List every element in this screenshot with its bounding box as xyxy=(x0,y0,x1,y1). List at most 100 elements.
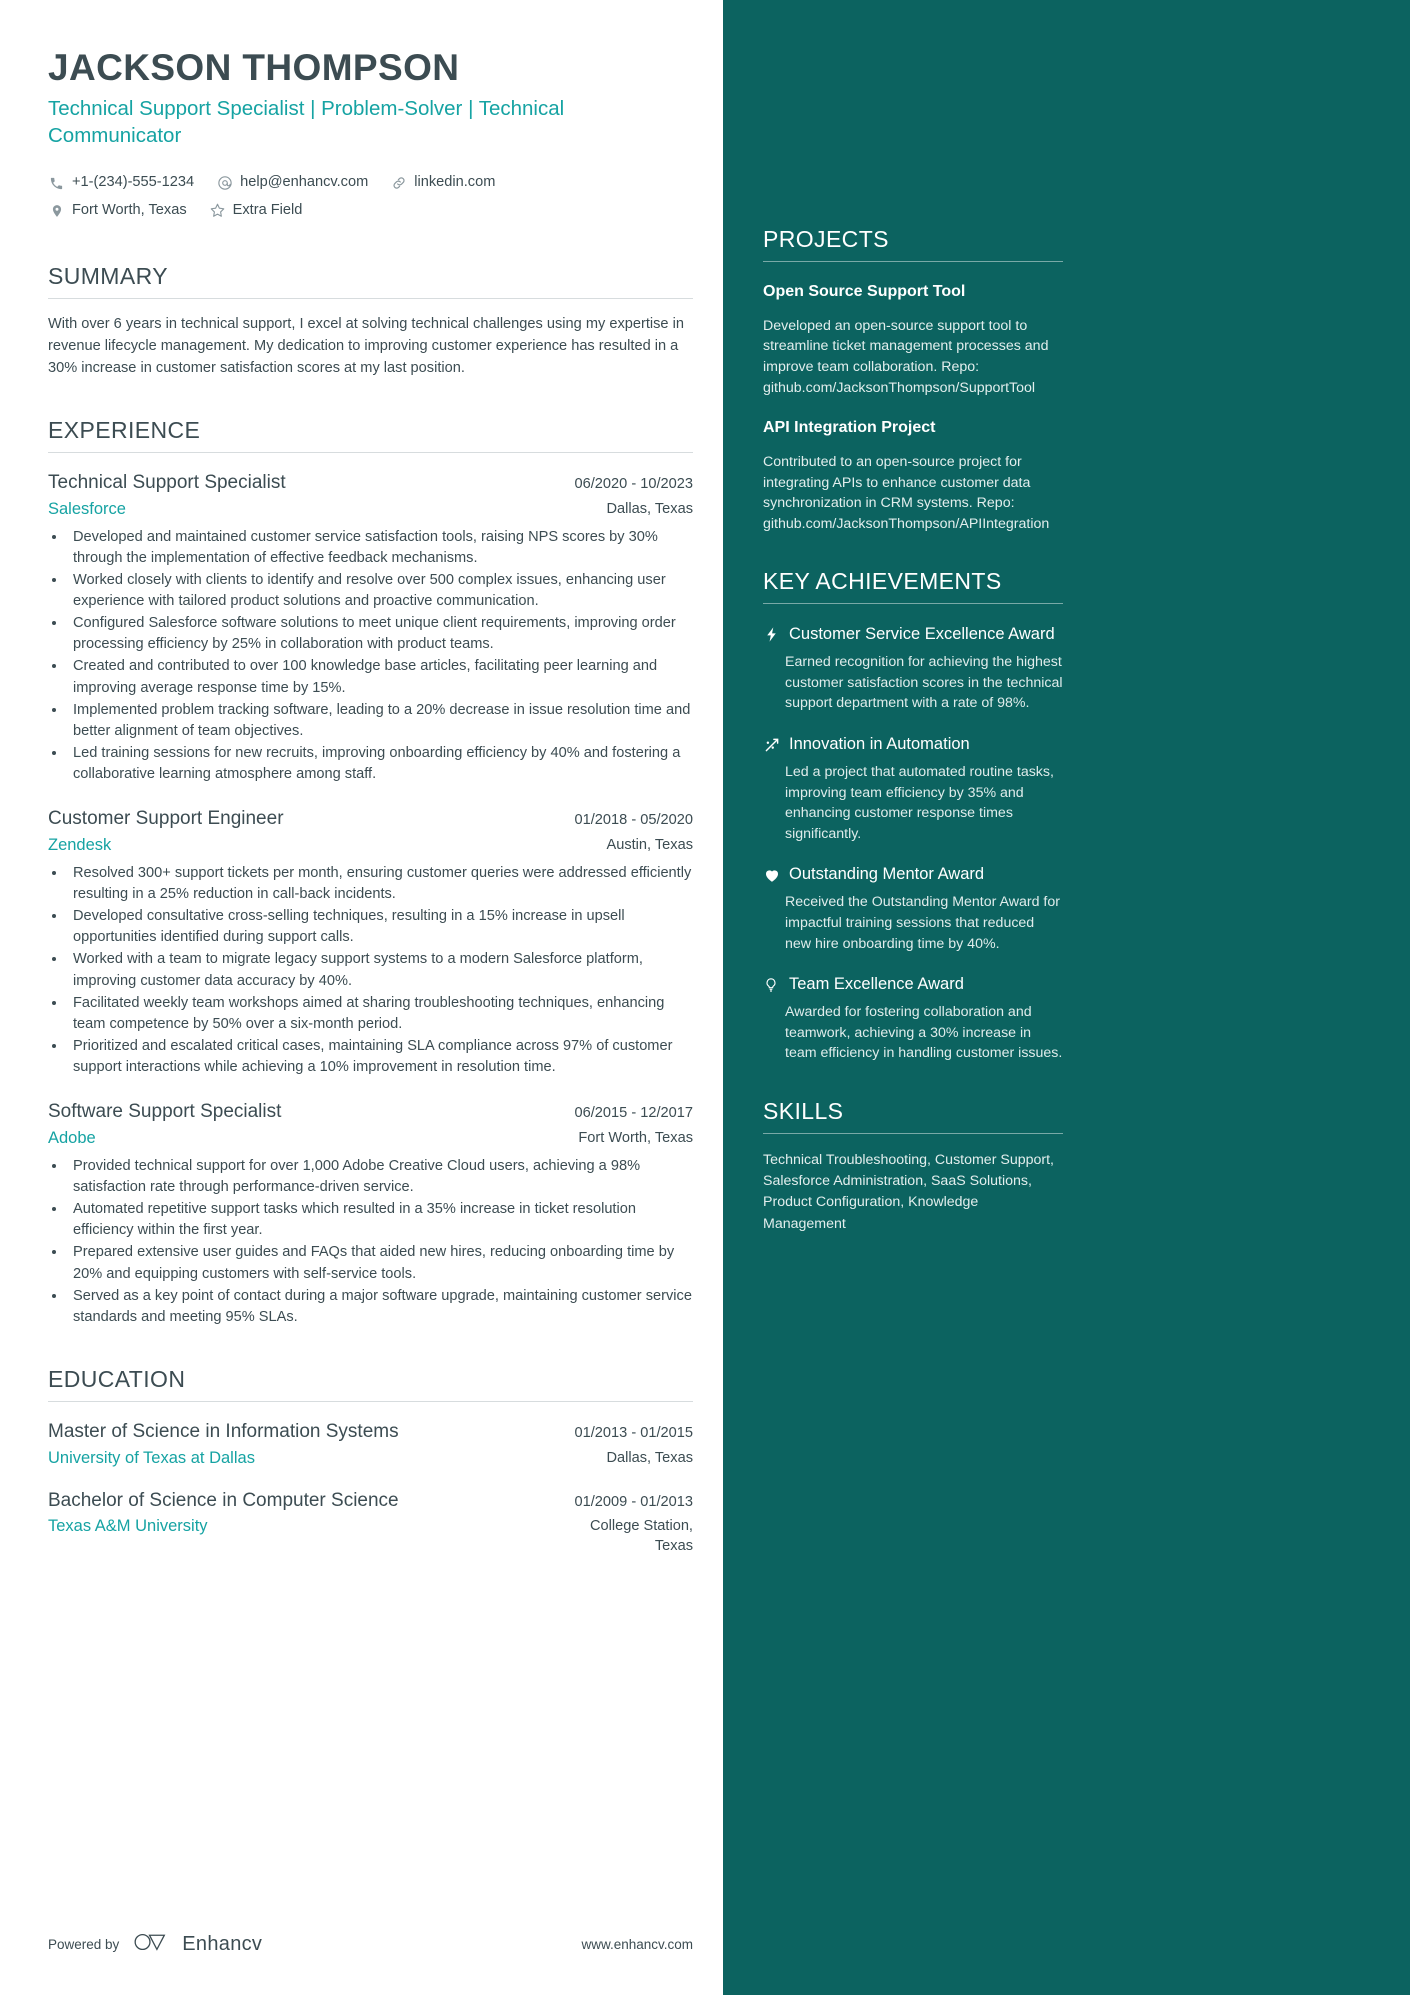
achievement-entry: Customer Service Excellence Award Earned … xyxy=(763,624,1063,714)
achievement-title: Outstanding Mentor Award xyxy=(789,865,985,884)
project-name: API Integration Project xyxy=(763,419,936,437)
education-heading: EDUCATION xyxy=(48,1366,186,1393)
project-name: Open Source Support Tool xyxy=(763,283,966,300)
experience-divider xyxy=(48,452,693,454)
job-bullet: Developed consultative cross-selling tec… xyxy=(67,906,693,948)
job-bullet: Served as a key point of contact during … xyxy=(67,1286,693,1328)
job-date: 06/2020 - 10/2023 xyxy=(574,476,693,493)
skills-text: Technical Troubleshooting, Customer Supp… xyxy=(763,1151,1055,1232)
education-entry: Bachelor of Science in Computer Science 0… xyxy=(48,1489,693,1557)
experience-entry: Technical Support Specialist 06/2020 - 10… xyxy=(48,471,693,785)
website-url[interactable]: www.enhancv.com xyxy=(581,1937,693,1952)
education-entry-subheader: University of Texas at Dallas Dallas, Tex… xyxy=(48,1449,693,1469)
achievement-entry: Team Excellence Award Awarded for fosteri… xyxy=(763,974,1063,1064)
job-bullet: Resolved 300+ support tickets per month,… xyxy=(67,863,693,905)
projects-heading: PROJECTS xyxy=(763,226,889,252)
location-icon xyxy=(48,202,65,219)
contact-extra-field: Extra Field xyxy=(209,197,302,225)
contact-block: +1-(234)-555-1234 help@enhancv.com linke… xyxy=(48,169,693,224)
experience-entry-subheader: Adobe Fort Worth, Texas xyxy=(48,1129,693,1149)
achievements-list: Customer Service Excellence Award Earned … xyxy=(763,624,1063,1064)
skills-section: SKILLS Technical Troubleshooting, Custom… xyxy=(763,1098,1063,1235)
job-bullet: Developed and maintained customer servic… xyxy=(67,527,693,569)
experience-heading: EXPERIENCE xyxy=(48,417,201,444)
experience-entry: Software Support Specialist 06/2015 - 12/… xyxy=(48,1100,693,1328)
degree-date: 01/2013 - 01/2015 xyxy=(574,1425,693,1442)
achievement-entry: Innovation in Automation Led a project th… xyxy=(763,734,1063,844)
email-icon xyxy=(216,175,233,192)
job-location: Fort Worth, Texas xyxy=(578,1130,693,1147)
achievement-description: Earned recognition for achieving the hig… xyxy=(785,654,1063,712)
experience-entry-subheader: Zendesk Austin, Texas xyxy=(48,836,693,856)
contact-email[interactable]: help@enhancv.com xyxy=(216,169,368,197)
project-entry: Open Source Support Tool Developed an ope… xyxy=(763,282,1063,398)
job-location: Dallas, Texas xyxy=(606,500,693,517)
achievement-header: Outstanding Mentor Award xyxy=(763,864,1063,885)
school-location: College Station, Texas xyxy=(589,1518,693,1554)
job-location: Austin, Texas xyxy=(606,837,693,854)
summary-section: SUMMARY With over 6 years in technical s… xyxy=(48,263,693,380)
powered-by-label: Powered by xyxy=(48,1937,120,1952)
school-location: Dallas, Texas xyxy=(606,1449,693,1466)
contact-phone[interactable]: +1-(234)-555-1234 xyxy=(48,169,194,197)
job-bullet: Prepared extensive user guides and FAQs … xyxy=(67,1242,693,1284)
education-entry-header: Bachelor of Science in Computer Science 0… xyxy=(48,1489,693,1513)
project-description: Developed an open-source support tool to… xyxy=(763,317,1049,396)
job-company: Zendesk xyxy=(48,836,112,855)
brand-logo-block: Enhancv xyxy=(133,1931,262,1958)
resume-page: JACKSON THOMPSON Technical Support Speci… xyxy=(0,0,1410,1995)
achievement-title: Innovation in Automation xyxy=(789,735,970,754)
experience-entry-subheader: Salesforce Dallas, Texas xyxy=(48,500,693,520)
brand-name: Enhancv xyxy=(182,1933,263,1955)
contact-location-text: Fort Worth, Texas xyxy=(72,201,187,218)
education-entry-header: Master of Science in Information Systems… xyxy=(48,1420,693,1444)
achievement-description: Received the Outstanding Mentor Award fo… xyxy=(785,894,1060,952)
school-name: University of Texas at Dallas xyxy=(48,1448,255,1467)
trend-scatter-icon xyxy=(763,734,789,755)
achievement-description: Led a project that automated routine tas… xyxy=(785,764,1054,842)
achievement-body: Customer Service Excellence Award xyxy=(789,624,1063,645)
achievement-description: Awarded for fostering collaboration and … xyxy=(785,1004,1063,1062)
summary-divider xyxy=(48,297,693,299)
achievements-divider xyxy=(763,603,1063,605)
job-bullet: Provided technical support for over 1,00… xyxy=(67,1156,693,1198)
degree-title: Bachelor of Science in Computer Science xyxy=(48,1489,399,1511)
projects-divider xyxy=(763,261,1063,262)
job-bullet: Implemented problem tracking software, l… xyxy=(67,700,693,742)
job-title: Customer Support Engineer xyxy=(48,808,284,830)
contact-phone-text: +1-(234)-555-1234 xyxy=(72,174,195,191)
achievement-body: Innovation in Automation xyxy=(789,734,1063,755)
job-bullets: Developed and maintained customer servic… xyxy=(48,527,693,786)
candidate-name: JACKSON THOMPSON xyxy=(48,47,460,88)
education-entry-subheader: Texas A&M University College Station, Tex… xyxy=(48,1517,693,1556)
experience-list: Technical Support Specialist 06/2020 - 10… xyxy=(48,471,693,1328)
projects-section: PROJECTS Open Source Support Tool Develop… xyxy=(763,226,1063,534)
lightning-bolt-icon xyxy=(763,624,789,645)
contact-email-text: help@enhancv.com xyxy=(240,174,369,191)
job-title: Technical Support Specialist xyxy=(48,472,286,494)
achievement-title: Team Excellence Award xyxy=(789,975,964,994)
achievement-entry: Outstanding Mentor Award Received the Out… xyxy=(763,864,1063,954)
school-name: Texas A&M University xyxy=(48,1517,208,1536)
experience-section: EXPERIENCE Technical Support Specialist 0… xyxy=(48,417,693,1328)
achievement-header: Customer Service Excellence Award xyxy=(763,624,1063,645)
job-company: Salesforce xyxy=(48,499,126,518)
contact-linkedin[interactable]: linkedin.com xyxy=(390,169,495,197)
link-icon xyxy=(390,175,407,192)
contact-linkedin-text: linkedin.com xyxy=(414,174,496,191)
job-bullet: Created and contributed to over 100 know… xyxy=(67,656,693,698)
main-column: JACKSON THOMPSON Technical Support Speci… xyxy=(0,0,723,1995)
sidebar: PROJECTS Open Source Support Tool Develop… xyxy=(723,0,1410,1995)
achievements-section: KEY ACHIEVEMENTS Customer Service Excell… xyxy=(763,568,1063,1064)
experience-entry-header: Software Support Specialist 06/2015 - 12/… xyxy=(48,1100,693,1124)
job-bullet: Worked closely with clients to identify … xyxy=(67,570,693,612)
contact-row-1: +1-(234)-555-1234 help@enhancv.com linke… xyxy=(48,169,693,197)
lightbulb-icon xyxy=(763,974,789,995)
achievement-title: Customer Service Excellence Award xyxy=(789,625,1055,644)
projects-list: Open Source Support Tool Developed an ope… xyxy=(763,282,1063,534)
education-section: EDUCATION Master of Science in Informati… xyxy=(48,1366,693,1557)
job-date: 01/2018 - 05/2020 xyxy=(574,812,693,829)
achievement-header: Team Excellence Award xyxy=(763,974,1063,995)
phone-icon xyxy=(48,175,65,192)
degree-date: 01/2009 - 01/2013 xyxy=(574,1493,693,1510)
